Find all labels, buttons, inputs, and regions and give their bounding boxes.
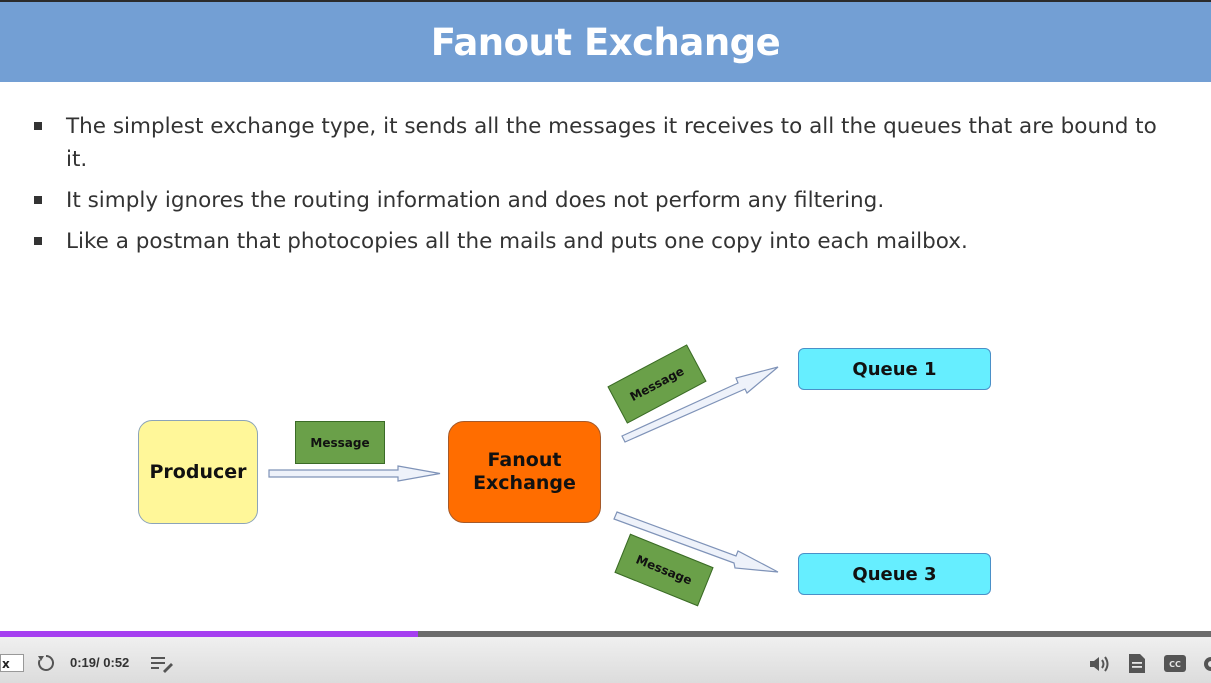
- message-box: Message: [295, 421, 385, 464]
- fanout-exchange-box: Fanout Exchange: [448, 421, 601, 523]
- transcript-icon[interactable]: [1128, 653, 1146, 678]
- current-time: 0:19: [70, 655, 97, 670]
- queue-3-box: Queue 3: [798, 553, 991, 595]
- duration: 0:52: [103, 655, 130, 670]
- progress-bar[interactable]: [0, 631, 1211, 637]
- svg-text:CC: CC: [1169, 660, 1181, 669]
- producer-box: Producer: [138, 420, 258, 524]
- volume-icon[interactable]: [1089, 655, 1111, 677]
- captions-icon[interactable]: CC: [1164, 655, 1186, 676]
- settings-icon[interactable]: [1201, 654, 1211, 678]
- progress-fill: [0, 631, 418, 637]
- queue-1-box: Queue 1: [798, 348, 991, 390]
- replay-icon[interactable]: [36, 653, 56, 677]
- playback-speed-button[interactable]: x: [0, 654, 24, 672]
- arrow-producer-exchange: [268, 465, 441, 482]
- player-controls: x 0:19/ 0:52 CC: [0, 631, 1211, 683]
- notes-icon[interactable]: [151, 655, 175, 677]
- diagram-arrows: [268, 366, 779, 573]
- time-display: 0:19/ 0:52: [70, 655, 130, 670]
